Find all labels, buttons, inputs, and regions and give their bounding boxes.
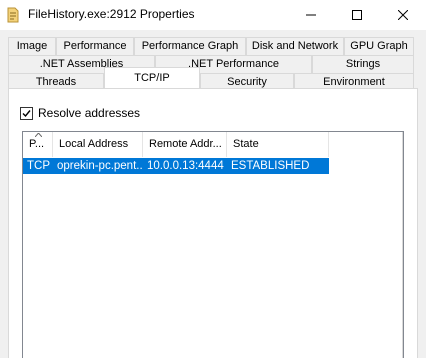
cell-state: ESTABLISHED — [231, 160, 310, 172]
minimize-icon — [306, 14, 316, 16]
title-bar: FileHistory.exe:2912 Properties — [0, 0, 426, 30]
list-header: P... Local Address Remote Addr... State — [23, 132, 403, 157]
list-right-edge — [402, 132, 403, 358]
column-label: P... — [29, 138, 45, 150]
tab-strings[interactable]: Strings — [312, 55, 414, 73]
window-title: FileHistory.exe:2912 Properties — [28, 7, 195, 21]
close-icon — [398, 10, 408, 20]
column-header-state[interactable]: State — [227, 132, 329, 157]
tab-performance-graph[interactable]: Performance Graph — [134, 37, 246, 55]
tab-disk-and-network[interactable]: Disk and Network — [246, 37, 344, 55]
maximize-button[interactable] — [334, 0, 380, 30]
app-icon — [7, 7, 19, 23]
tab-performance[interactable]: Performance — [56, 37, 134, 55]
maximize-icon — [352, 10, 362, 20]
column-header-protocol[interactable]: P... — [23, 132, 53, 157]
close-button[interactable] — [380, 0, 426, 30]
resolve-addresses-label: Resolve addresses — [38, 106, 141, 120]
column-header-local-address[interactable]: Local Address — [53, 132, 143, 157]
sort-ascending-icon — [35, 133, 42, 137]
resolve-addresses-checkbox[interactable]: Resolve addresses — [20, 105, 140, 121]
tab-tcp-ip[interactable]: TCP/IP — [104, 67, 200, 88]
table-row[interactable]: TCP oprekin-pc.pent... 10.0.0.13:4444 ES… — [23, 158, 329, 174]
minimize-button[interactable] — [288, 0, 334, 30]
cell-remote-address: 10.0.0.13:4444 — [147, 160, 224, 172]
connections-list[interactable]: P... Local Address Remote Addr... State … — [22, 131, 404, 358]
cell-protocol: TCP — [27, 160, 50, 172]
checkbox-box[interactable] — [20, 106, 33, 120]
column-header-remote-address[interactable]: Remote Addr... — [143, 132, 227, 157]
checkmark-icon — [22, 109, 31, 117]
tab-gpu-graph[interactable]: GPU Graph — [344, 37, 414, 55]
tab-image[interactable]: Image — [8, 37, 56, 55]
cell-local-address: oprekin-pc.pent... — [57, 160, 143, 172]
